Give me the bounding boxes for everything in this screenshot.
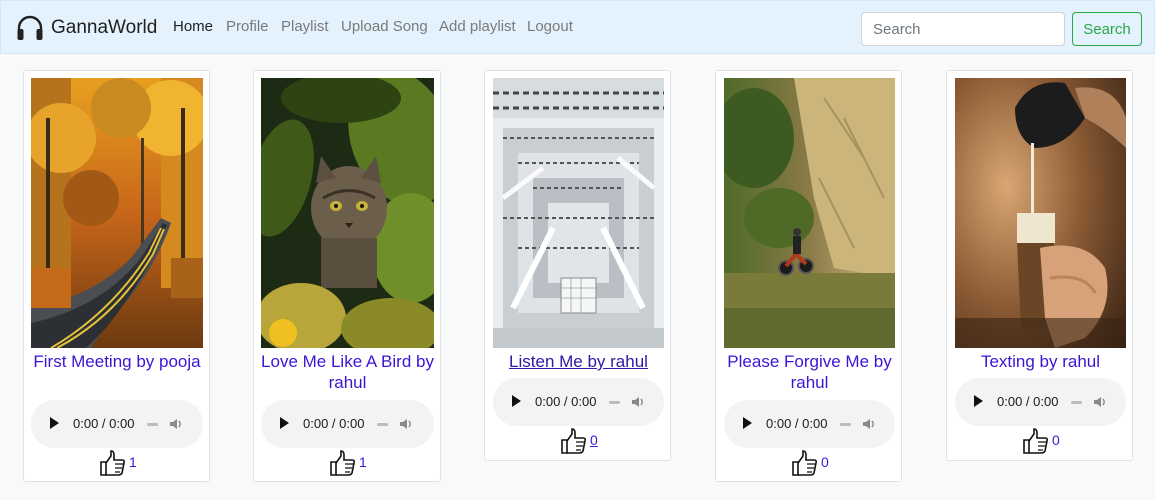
audio-time: 0:00 / 0:00: [303, 416, 365, 431]
song-image-autumn-road[interactable]: [31, 78, 203, 348]
play-icon[interactable]: [280, 417, 289, 429]
nav-profile[interactable]: Profile: [226, 18, 269, 35]
navbar: GannaWorld Home Profile Playlist Upload …: [0, 0, 1155, 54]
audio-progress-bar[interactable]: [147, 423, 158, 426]
thumbs-up-icon[interactable]: [329, 449, 357, 477]
audio-time: 0:00 / 0:00: [535, 394, 597, 409]
play-icon[interactable]: [512, 395, 521, 407]
like-count[interactable]: 0: [590, 432, 598, 448]
nav-home[interactable]: Home: [173, 18, 213, 35]
audio-progress-bar[interactable]: [840, 423, 851, 426]
like-row: 0: [791, 449, 851, 479]
audio-player[interactable]: 0:00 / 0:00: [724, 400, 895, 448]
song-image-cat-in-leaves[interactable]: [261, 78, 434, 348]
song-image-coffee-pour[interactable]: [955, 78, 1126, 348]
brand[interactable]: GannaWorld: [15, 13, 157, 43]
song-image-motorcycle-cliff[interactable]: [724, 78, 895, 348]
headphones-icon: [17, 15, 43, 40]
song-card: First Meeting by pooja 0:00 / 0:00 1: [23, 70, 210, 482]
song-card: Listen Me by rahul 0:00 / 0:00 0: [484, 70, 671, 461]
like-row: 1: [329, 449, 389, 479]
like-row: 0: [1022, 427, 1082, 457]
like-row: 1: [99, 449, 159, 479]
nav-upload-song[interactable]: Upload Song: [341, 18, 428, 35]
audio-time: 0:00 / 0:00: [997, 394, 1059, 409]
brand-name: GannaWorld: [51, 17, 158, 38]
song-card: Texting by rahul 0:00 / 0:00 0: [946, 70, 1133, 461]
search-input[interactable]: [861, 12, 1065, 46]
song-title[interactable]: Love Me Like A Bird by rahul: [261, 351, 434, 393]
audio-player[interactable]: 0:00 / 0:00: [261, 400, 434, 448]
thumbs-up-icon[interactable]: [1022, 427, 1050, 455]
thumbs-up-icon[interactable]: [791, 449, 819, 477]
volume-icon[interactable]: [398, 416, 414, 432]
volume-icon[interactable]: [168, 416, 184, 432]
thumbs-up-icon[interactable]: [560, 427, 588, 455]
song-card: Please Forgive Me by rahul 0:00 / 0:00 0: [715, 70, 902, 482]
audio-player[interactable]: 0:00 / 0:00: [955, 378, 1126, 426]
like-count[interactable]: 0: [821, 454, 829, 470]
song-title[interactable]: Listen Me by rahul: [493, 351, 664, 372]
nav-add-playlist[interactable]: Add playlist: [439, 18, 516, 35]
play-icon[interactable]: [974, 395, 983, 407]
like-count[interactable]: 1: [129, 454, 137, 470]
audio-progress-bar[interactable]: [1071, 401, 1082, 404]
like-count[interactable]: 0: [1052, 432, 1060, 448]
audio-progress-bar[interactable]: [377, 423, 388, 426]
search-button[interactable]: Search: [1072, 12, 1142, 46]
audio-time: 0:00 / 0:00: [766, 416, 828, 431]
song-title[interactable]: Please Forgive Me by rahul: [724, 351, 895, 393]
audio-time: 0:00 / 0:00: [73, 416, 135, 431]
song-title[interactable]: First Meeting by pooja: [31, 351, 203, 372]
audio-player[interactable]: 0:00 / 0:00: [493, 378, 664, 426]
audio-player[interactable]: 0:00 / 0:00: [31, 400, 203, 448]
song-card: Love Me Like A Bird by rahul 0:00 / 0:00…: [253, 70, 441, 482]
song-title[interactable]: Texting by rahul: [955, 351, 1126, 372]
thumbs-up-icon[interactable]: [99, 449, 127, 477]
volume-icon[interactable]: [630, 394, 646, 410]
like-row: 0: [560, 427, 620, 457]
volume-icon[interactable]: [1092, 394, 1108, 410]
nav-playlist[interactable]: Playlist: [281, 18, 329, 35]
like-count[interactable]: 1: [359, 454, 367, 470]
audio-progress-bar[interactable]: [609, 401, 620, 404]
volume-icon[interactable]: [861, 416, 877, 432]
play-icon[interactable]: [743, 417, 752, 429]
song-image-library-atrium[interactable]: [493, 78, 664, 348]
nav-logout[interactable]: Logout: [527, 18, 573, 35]
play-icon[interactable]: [50, 417, 59, 429]
